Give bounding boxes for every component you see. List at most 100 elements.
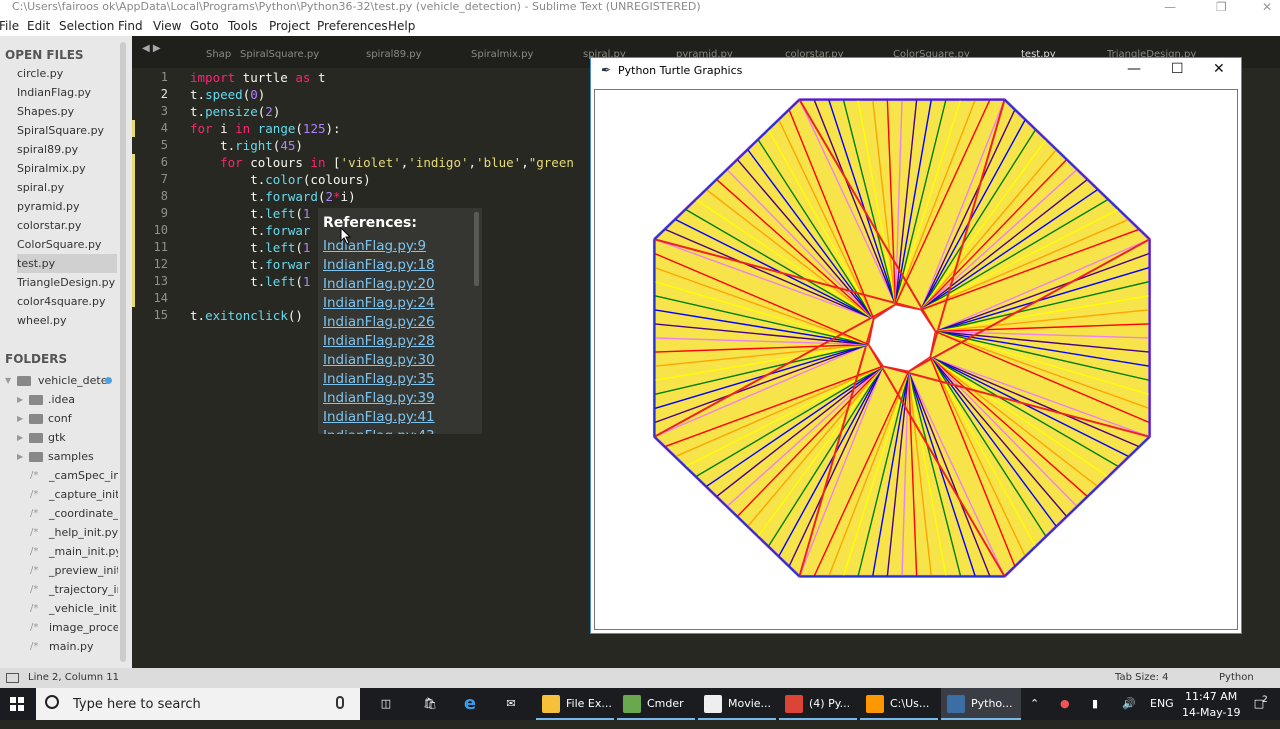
taskbar-app[interactable]: File Ex... xyxy=(536,688,614,720)
battery-icon[interactable]: ▮ xyxy=(1092,688,1098,720)
popup-scrollbar[interactable] xyxy=(474,212,479,286)
folder-file-item[interactable]: /* _capture_init.p xyxy=(30,485,118,504)
taskbar-app[interactable]: Pytho... xyxy=(941,688,1021,720)
reference-link[interactable]: IndianFlag.py:26 xyxy=(323,314,435,330)
code-line[interactable]: t.left(1 xyxy=(190,239,310,256)
code-line[interactable]: t.exitonclick() xyxy=(190,307,303,324)
open-file-item[interactable]: ✕TriangleDesign.py xyxy=(17,273,117,292)
folder-file-item[interactable]: /* _coordinate_in xyxy=(30,504,118,523)
reference-link[interactable]: IndianFlag.py:24 xyxy=(323,295,435,311)
subfolder-item[interactable]: ▶ samples xyxy=(17,447,117,466)
open-file-item[interactable]: ✕wheel.py xyxy=(17,311,117,330)
open-file-item[interactable]: ●Spiralmix.py xyxy=(17,159,117,178)
open-file-item[interactable]: ✕spiral89.py xyxy=(17,140,117,159)
taskbar-search-box[interactable]: Type here to search xyxy=(36,688,360,720)
subfolder-item[interactable]: ▶ .idea xyxy=(17,390,117,409)
code-line[interactable]: t.pensize(2) xyxy=(190,103,280,120)
code-line[interactable]: t.right(45) xyxy=(190,137,303,154)
reference-link[interactable]: IndianFlag.py:9 xyxy=(323,238,426,254)
open-file-item[interactable]: ●spiral.py xyxy=(17,178,117,197)
menu-help[interactable]: Help xyxy=(388,16,415,36)
volume-icon[interactable]: 🔊 xyxy=(1122,688,1136,720)
network-icon[interactable]: ● xyxy=(1060,688,1070,720)
tab-nav-arrows-icon[interactable]: ◀ ▶ xyxy=(142,43,161,54)
tab-spiralmix-py[interactable]: Spiralmix.py xyxy=(471,44,561,66)
folder-file-item[interactable]: /* _camSpec_init xyxy=(30,466,118,485)
clock-date[interactable]: 14-May-19 xyxy=(1182,697,1240,729)
code-line[interactable]: for colours in ['violet','indigo','blue'… xyxy=(190,154,574,171)
taskbar-app[interactable]: (4) Py... xyxy=(779,688,857,720)
menu-tools[interactable]: Tools xyxy=(228,16,258,36)
reference-link[interactable]: IndianFlag.py:35 xyxy=(323,371,435,387)
reference-link[interactable]: IndianFlag.py:43 xyxy=(323,428,435,434)
menu-find[interactable]: Find xyxy=(118,16,143,36)
open-file-item[interactable]: ✕ColorSquare.py xyxy=(17,235,117,254)
mail-icon[interactable]: ✉ xyxy=(498,688,524,720)
folder-file-item[interactable]: /* _trajectory_ini xyxy=(30,580,118,599)
tab-size[interactable]: Tab Size: 4 xyxy=(1115,668,1169,688)
menu-preferences[interactable]: Preferences xyxy=(317,16,388,36)
menu-edit[interactable]: Edit xyxy=(27,16,50,36)
folder-file-item[interactable]: /* _vehicle_init.p xyxy=(30,599,118,618)
open-file-item[interactable]: ✕IndianFlag.py xyxy=(17,83,117,102)
open-file-item[interactable]: ✕colorstar.py xyxy=(17,216,117,235)
code-line[interactable]: for i in range(125): xyxy=(190,120,341,137)
reference-link[interactable]: IndianFlag.py:18 xyxy=(323,257,435,273)
tab-spiralsquare-py[interactable]: SpiralSquare.py xyxy=(240,44,350,66)
tab-spiral89-py[interactable]: spiral89.py xyxy=(366,44,456,66)
menu-project[interactable]: Project xyxy=(269,16,310,36)
turtle-maximize-icon[interactable]: ☐ xyxy=(1171,61,1184,77)
open-file-item[interactable]: ✕circle.py xyxy=(17,64,117,83)
code-line[interactable]: t.forwar xyxy=(190,222,310,239)
restore-icon[interactable]: ❐ xyxy=(1216,0,1227,14)
taskbar-app[interactable]: C:\Us... xyxy=(860,688,938,720)
open-file-item[interactable]: ✕color4square.py xyxy=(17,292,117,311)
tray-overflow-icon[interactable]: ⌃ xyxy=(1030,688,1039,720)
reference-link[interactable]: IndianFlag.py:41 xyxy=(323,409,435,425)
folder-file-item[interactable]: /* _main_init.py xyxy=(30,542,118,561)
taskbar-app[interactable]: Cmder xyxy=(617,688,695,720)
reference-link[interactable]: IndianFlag.py:28 xyxy=(323,333,435,349)
microphone-icon[interactable] xyxy=(336,696,344,709)
menu-view[interactable]: View xyxy=(153,16,181,36)
windows-start-icon[interactable] xyxy=(10,697,24,711)
code-line[interactable]: t.forward(2*i) xyxy=(190,188,355,205)
folder-file-item[interactable]: /* _preview_init.p xyxy=(30,561,118,580)
panel-toggle-icon[interactable] xyxy=(6,673,19,683)
turtle-canvas[interactable] xyxy=(594,89,1238,630)
menu-file[interactable]: File xyxy=(0,16,19,36)
taskbar-app[interactable]: Movie... xyxy=(698,688,776,720)
edge-icon[interactable]: e xyxy=(460,688,480,720)
code-line[interactable]: import turtle as t xyxy=(190,69,326,86)
tab-shap[interactable]: Shap xyxy=(206,44,234,66)
open-file-item[interactable]: ✕SpiralSquare.py xyxy=(17,121,117,140)
open-file-item[interactable]: ✕Shapes.py xyxy=(17,102,117,121)
subfolder-item[interactable]: ▶ gtk xyxy=(17,428,117,447)
reference-link[interactable]: IndianFlag.py:20 xyxy=(323,276,435,292)
turtle-minimize-icon[interactable]: — xyxy=(1127,61,1141,77)
open-file-item[interactable]: ✕test.py xyxy=(17,254,117,273)
sidebar-scrollbar[interactable] xyxy=(120,42,126,662)
menu-goto[interactable]: Goto xyxy=(190,16,219,36)
reference-link[interactable]: IndianFlag.py:39 xyxy=(323,390,435,406)
store-icon[interactable]: 🛍 xyxy=(420,688,440,720)
folder-file-item[interactable]: /* main.py xyxy=(30,637,118,656)
code-line[interactable]: t.left(1 xyxy=(190,205,310,222)
folder-vehicle-detection[interactable]: ▼ vehicle_dete xyxy=(5,371,115,390)
folder-file-item[interactable]: /* _help_init.py xyxy=(30,523,118,542)
task-view-icon[interactable]: ◫ xyxy=(376,688,396,720)
subfolder-item[interactable]: ▶ conf xyxy=(17,409,117,428)
code-line[interactable]: t.left(1 xyxy=(190,273,310,290)
code-line[interactable]: t.color(colours) xyxy=(190,171,370,188)
reference-link[interactable]: IndianFlag.py:30 xyxy=(323,352,435,368)
menu-selection[interactable]: Selection xyxy=(59,16,114,36)
code-line[interactable]: t.speed(0) xyxy=(190,86,265,103)
code-line[interactable]: t.forwar xyxy=(190,256,310,273)
turtle-close-icon[interactable]: ✕ xyxy=(1213,61,1225,77)
code-token: forward xyxy=(265,189,318,204)
minimize-icon[interactable]: — xyxy=(1164,0,1176,14)
language-indicator[interactable]: ENG xyxy=(1150,688,1174,720)
close-icon[interactable]: ✕ xyxy=(1262,0,1272,14)
open-file-item[interactable]: ✕pyramid.py xyxy=(17,197,117,216)
folder-file-item[interactable]: /* image_proces xyxy=(30,618,118,637)
